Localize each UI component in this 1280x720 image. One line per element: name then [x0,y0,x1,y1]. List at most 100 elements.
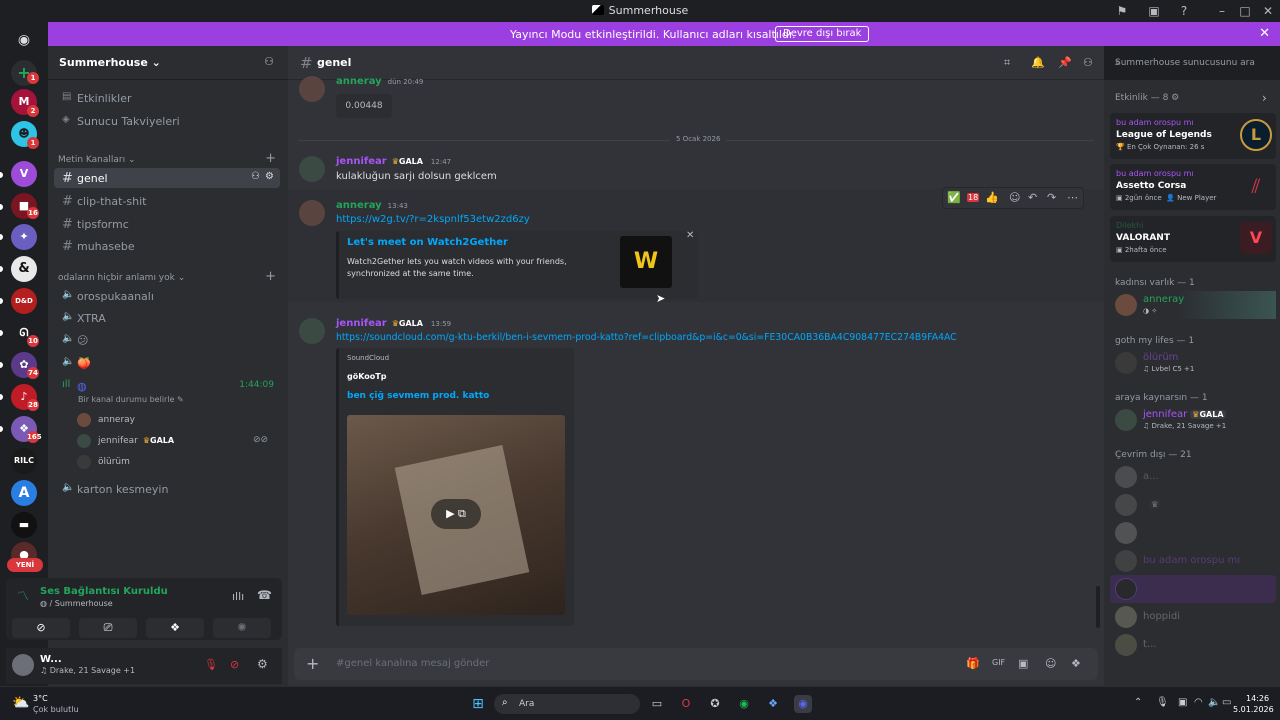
avatar[interactable] [299,318,325,344]
disable-streamer-mode-button[interactable]: Devre dışı bırak [775,26,870,42]
reaction-18-icon[interactable]: 18 [967,193,980,202]
activity-card[interactable]: bu adam orospu mı League of Legends 🏆 En… [1110,113,1276,159]
voice-channel-karton[interactable]: 🔈 karton kesmeyin [54,479,280,499]
message-author[interactable]: jennifear ♛GALA 13:59 [336,318,451,329]
avatar[interactable] [299,76,325,102]
user-avatar[interactable] [12,654,34,676]
member-offline[interactable]: hoppidi [1110,603,1276,631]
server-icon-dark[interactable]: ▬ [11,512,37,538]
sidebar-item-boosts[interactable]: ◈ Sunucu Takviyeleri [54,111,280,131]
minimize-icon[interactable]: – [1214,4,1230,18]
member-olurum[interactable]: ölürüm ♫ Lvbel C5 +1 [1110,349,1276,377]
taskbar-search[interactable]: ⌕ Ara [494,694,640,714]
remove-embed-icon[interactable]: ✕ [686,230,694,241]
mic-tray-icon[interactable]: 🎙 [1156,697,1169,708]
server-icon-v[interactable]: V [11,161,37,187]
play-icon[interactable]: ▶ ⧉ [431,499,481,529]
emoji-icon[interactable]: ☺ [1045,657,1056,670]
voice-status[interactable]: Ses Bağlantısı Kuruldu [40,586,168,597]
member-offline[interactable]: t... [1110,631,1276,659]
thumbs-up-icon[interactable]: 👍 [985,191,999,204]
help-icon[interactable]: ? [1176,4,1192,18]
start-icon[interactable]: ⊞ [469,695,487,713]
message-link[interactable]: https://soundcloud.com/g-ktu-berkil/ben-… [336,332,957,343]
weather-icon[interactable]: ⛅ [12,695,29,711]
chevron-right-icon[interactable]: › [1262,91,1267,105]
soundboard-button[interactable]: ✺ [213,618,271,638]
voice-channel-1[interactable]: 🔈 orospukaanalı [54,286,280,306]
task-view-icon[interactable]: ▭ [648,695,666,713]
opera-icon[interactable]: O [677,695,695,713]
battery-icon[interactable]: ▭ [1222,697,1231,708]
screen-share-button[interactable]: ⎚ [79,618,137,638]
embed-title[interactable]: ben çiğ sevmem prod. katto [347,391,489,401]
invite-icon[interactable]: ⚇ [251,171,260,182]
channel-clip-that-shit[interactable]: # clip-that-shit [54,191,280,211]
threads-icon[interactable]: ⌗ [1004,56,1010,70]
message-input[interactable]: #genel kanalına mesaj gönder [336,658,489,669]
sidebar-item-events[interactable]: ▤ Etkinlikler [54,88,280,108]
volume-icon[interactable]: 🔈 [1208,697,1220,708]
add-reaction-icon[interactable]: ☺ [1009,191,1020,204]
settings-gear-icon[interactable]: ⚙ [265,171,274,182]
forward-icon[interactable]: ↷ [1047,191,1056,204]
channel-muhasebe[interactable]: # muhasebe [54,236,280,256]
category-text-channels[interactable]: Metin Kanalları ⌄ [58,155,136,165]
chat-scrollbar[interactable] [1096,586,1100,628]
more-icon[interactable]: ⋯ [1067,191,1078,204]
create-voice-channel-icon[interactable]: + [265,269,276,284]
member-offline[interactable]: a... [1110,463,1276,491]
embed-title[interactable]: Let's meet on Watch2Gether [347,237,508,248]
member-offline[interactable]: ♛ [1110,491,1276,519]
member-list-icon[interactable]: ⚇ [1083,56,1093,69]
invite-people-icon[interactable]: ⚇ [264,55,274,68]
wifi-icon[interactable]: ◠ [1194,697,1203,708]
camera-off-button[interactable]: ⊘ [12,618,70,638]
embed-author[interactable]: göKooTp [347,372,386,381]
server-icon-ampersand[interactable]: & [11,256,37,282]
spotify-icon[interactable]: ◉ [735,695,753,713]
upload-plus-icon[interactable]: + [306,654,319,673]
inbox-flag-icon[interactable]: ⚑ [1114,4,1130,18]
mic-muted-icon[interactable]: 🎙 [204,658,218,671]
voice-channel-3[interactable]: 🔈 😕 [54,330,280,350]
member-jennifear[interactable]: jennifear ♛GALA ♫ Drake, 21 Savage +1 [1110,406,1276,434]
tray-chevron-icon[interactable]: ⌃ [1134,697,1142,708]
noise-suppression-icon[interactable]: ıllı [232,590,244,603]
guild-header[interactable]: Summerhouse ⌄ ⚇ [48,46,288,80]
headphones-muted-icon[interactable]: ⊘ [230,658,239,671]
tray-icon[interactable]: ▣ [1178,697,1187,708]
channel-tipsformc[interactable]: # tipsformc [54,214,280,234]
embed-provider[interactable]: SoundCloud [347,354,389,362]
sticker-icon[interactable]: ▣ [1018,657,1028,670]
activities-button[interactable]: ❖ [146,618,204,638]
create-channel-icon[interactable]: + [265,151,276,166]
disconnect-icon[interactable]: ☎ [257,588,272,602]
voice-channel-xtra[interactable]: 🔈 XTRA [54,308,280,328]
maximize-icon[interactable]: □ [1237,4,1253,18]
search-input[interactable]: Summerhouse sunucusunu ara ⌕ [1110,54,1274,72]
check-reaction-icon[interactable]: ✅ [947,191,961,204]
close-icon[interactable]: ✕ [1260,4,1276,18]
category-voice[interactable]: odaların hiçbir anlamı yok ⌄ [58,273,185,283]
set-channel-status[interactable]: Bir kanal durumu belirle ✎ [78,395,184,404]
channel-genel[interactable]: # genel ⚇ ⚙ [54,168,280,188]
clock-date[interactable]: 5.01.2026 [1233,705,1274,714]
message-link[interactable]: https://w2g.tv/?r=2kspnlf53etw2zd6zy [336,214,530,225]
new-unreads-pill[interactable]: YENİ [7,558,43,572]
member-anneray[interactable]: anneray ◑ ✧ [1110,291,1276,319]
app-icon[interactable]: ✪ [706,695,724,713]
banner-close-icon[interactable]: ✕ [1259,26,1270,41]
server-icon-rilc[interactable]: RILC [11,448,37,474]
server-icon-dnd[interactable]: D&D [11,288,37,314]
member-offline[interactable] [1110,519,1276,547]
member-offline[interactable]: bu adam orospu mı [1110,547,1276,575]
apps-icon[interactable]: ❖ [1071,657,1081,670]
message-author[interactable]: anneray dün 20:49 [336,76,423,87]
notification-bell-icon[interactable]: 🔔 [1031,56,1045,69]
activity-card[interactable]: bu adam orospu mı Assetto Corsa ▣ 2gün ö… [1110,164,1276,210]
avatar[interactable] [299,156,325,182]
gift-icon[interactable]: 🎁 [966,657,980,670]
member-offline[interactable] [1110,575,1276,603]
activity-card[interactable]: Dilekhi VALORANT ▣ 2hafta önce V [1110,216,1276,262]
